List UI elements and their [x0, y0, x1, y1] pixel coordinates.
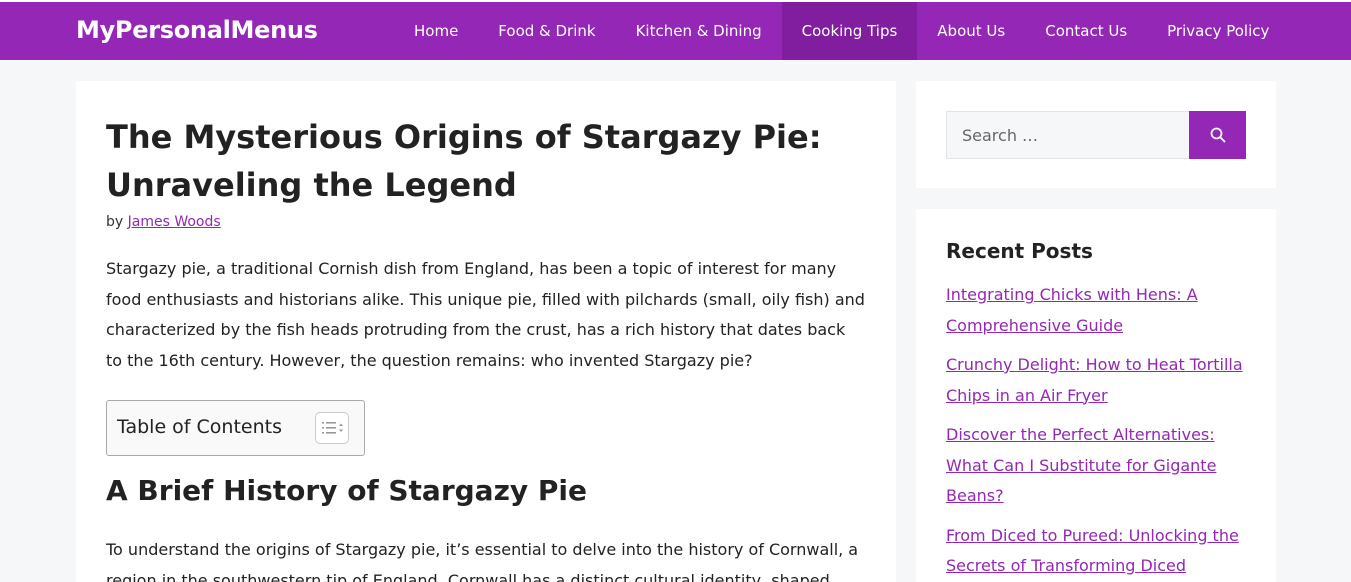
nav-item-contact-us[interactable]: Contact Us — [1025, 2, 1147, 60]
recent-posts-list: Integrating Chicks with Hens: A Comprehe… — [946, 280, 1246, 582]
table-of-contents: Table of Contents — [106, 400, 365, 456]
nav-item-home[interactable]: Home — [394, 2, 478, 60]
nav-item-about-us[interactable]: About Us — [917, 2, 1025, 60]
recent-post-link[interactable]: Crunchy Delight: How to Heat Tortilla Ch… — [946, 355, 1243, 405]
section-heading: A Brief History of Stargazy Pie — [106, 474, 587, 507]
nav-item-privacy-policy[interactable]: Privacy Policy — [1147, 2, 1289, 60]
nav-item-kitchen-dining[interactable]: Kitchen & Dining — [616, 2, 782, 60]
list-item: Crunchy Delight: How to Heat Tortilla Ch… — [946, 350, 1246, 411]
recent-posts-widget: Recent Posts Integrating Chicks with Hen… — [916, 209, 1276, 582]
article-title: The Mysterious Origins of Stargazy Pie: … — [106, 118, 822, 204]
article-byline: by James Woods — [106, 214, 221, 230]
site-title-link[interactable]: MyPersonalMenus — [76, 16, 318, 44]
author-link[interactable]: James Woods — [128, 214, 221, 230]
article-intro: Stargazy pie, a traditional Cornish dish… — [106, 259, 865, 370]
section-paragraph: To understand the origins of Stargazy pi… — [106, 540, 859, 582]
list-toggle-icon — [322, 422, 343, 434]
nav-item-food-drink[interactable]: Food & Drink — [478, 2, 615, 60]
search-icon — [1210, 127, 1225, 143]
list-item: Integrating Chicks with Hens: A Comprehe… — [946, 280, 1246, 341]
search-widget — [916, 81, 1276, 188]
byline-prefix: by — [106, 214, 124, 230]
recent-post-link[interactable]: Integrating Chicks with Hens: A Comprehe… — [946, 285, 1198, 335]
toc-toggle-button[interactable] — [315, 412, 349, 444]
search-button[interactable] — [1189, 111, 1246, 159]
site-header: MyPersonalMenus Home Food & Drink Kitche… — [0, 0, 1351, 60]
recent-post-link[interactable]: Discover the Perfect Alternatives: What … — [946, 425, 1216, 505]
toc-title: Table of Contents — [117, 416, 282, 438]
search-input[interactable] — [946, 111, 1189, 159]
nav-item-cooking-tips[interactable]: Cooking Tips — [781, 2, 918, 60]
main-navigation: Home Food & Drink Kitchen & Dining Cooki… — [394, 2, 1289, 60]
recent-post-link[interactable]: From Diced to Pureed: Unlocking the Secr… — [946, 526, 1239, 576]
list-item: Discover the Perfect Alternatives: What … — [946, 420, 1246, 512]
article-card: The Mysterious Origins of Stargazy Pie: … — [76, 81, 896, 582]
list-item: From Diced to Pureed: Unlocking the Secr… — [946, 521, 1246, 582]
recent-posts-title: Recent Posts — [946, 239, 1093, 263]
